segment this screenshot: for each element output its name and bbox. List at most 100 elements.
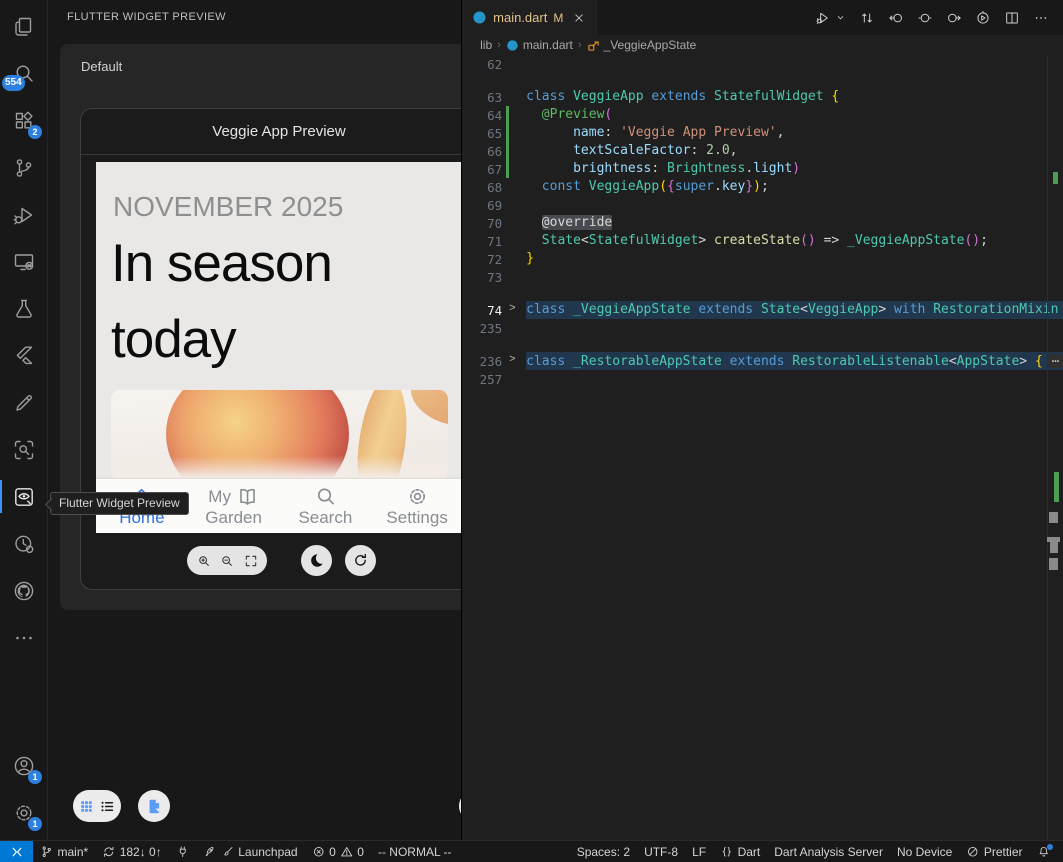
status-item-ports[interactable] — [169, 841, 197, 862]
theme-toggle-button[interactable] — [301, 545, 332, 576]
widget-preview-card: Veggie App Preview NOVEMBER 2025 In seas… — [80, 108, 478, 590]
breadcrumb-item--veggieappstate[interactable]: _VeggieAppState — [587, 38, 697, 52]
activity-bar-item-search[interactable]: 554 — [0, 50, 47, 97]
activity-bar-item-search-editor[interactable] — [0, 426, 47, 473]
gutter — [502, 178, 526, 196]
app-preview-screen[interactable]: NOVEMBER 2025 In season today HomeMyGard… — [96, 162, 463, 533]
ruler-highlight-mark — [1049, 558, 1058, 570]
open-file-button[interactable] — [138, 790, 170, 822]
moon-icon — [308, 552, 325, 569]
github-icon — [12, 579, 36, 603]
preview-group-default: Default Veggie App Preview NOVEMBER 2025… — [60, 44, 500, 610]
activity-bar-item-flutter[interactable] — [0, 332, 47, 379]
status-label: Spaces: 2 — [577, 845, 630, 859]
status-item-sync[interactable]: 182↓ 0↑ — [95, 841, 169, 862]
gutter — [502, 106, 526, 124]
vscode-window: 5542 11 FLUTTER WIDGET PREVIEW Default V… — [0, 0, 1063, 862]
status-item-device[interactable]: No Device — [890, 841, 959, 862]
status-item-indentation[interactable]: Spaces: 2 — [570, 841, 637, 862]
preview-group-header[interactable]: Default — [60, 44, 500, 75]
code-editor[interactable]: 6263class VeggieApp extends StatefulWidg… — [462, 55, 1063, 840]
split-editor-button[interactable] — [1004, 10, 1020, 26]
fullscreen-button[interactable] — [244, 554, 258, 568]
activity-bar-item-testing[interactable] — [0, 285, 47, 332]
grid-view-button[interactable] — [79, 799, 94, 814]
activity-bar-item-remote-explorer[interactable] — [0, 238, 47, 285]
line-number: 70 — [462, 216, 502, 231]
activity-bar-item-accounts[interactable]: 1 — [0, 742, 47, 789]
status-item-vim-mode[interactable]: -- NORMAL -- — [371, 841, 459, 862]
line-number: 64 — [462, 108, 502, 123]
activity-bar-item-extensions[interactable]: 2 — [0, 97, 47, 144]
git-update-button[interactable] — [859, 10, 875, 26]
status-item-encoding[interactable]: UTF-8 — [637, 841, 685, 862]
status-item-remote[interactable] — [0, 841, 33, 862]
fold-chevron-icon[interactable]: > — [509, 302, 515, 314]
status-label: No Device — [897, 845, 952, 859]
status-item-branch[interactable]: main* — [33, 841, 95, 862]
nav-back-button[interactable] — [888, 10, 904, 26]
status-item-problems[interactable]: 00 — [305, 841, 371, 862]
run-debug-button[interactable] — [815, 10, 831, 26]
zoom-in-button[interactable] — [197, 554, 211, 568]
line-number: 63 — [462, 90, 502, 105]
breadcrumb-item-lib[interactable]: lib — [480, 38, 492, 52]
nav-item-my-garden[interactable]: MyGarden — [188, 479, 280, 533]
line-number: 67 — [462, 162, 502, 177]
code-line: 236>class _RestorableAppState extends Re… — [462, 352, 1063, 370]
activity-bar-item-explorer[interactable] — [0, 3, 47, 50]
badge: 554 — [2, 75, 25, 91]
status-item-notifications[interactable] — [1030, 841, 1058, 862]
tab-main-dart[interactable]: main.dart M — [462, 0, 597, 35]
activity-bar-item-settings[interactable]: 1 — [0, 789, 47, 836]
explorer-icon — [12, 15, 36, 39]
breadcrumb-item-main-dart[interactable]: main.dart — [506, 38, 573, 52]
sync-icon — [102, 845, 116, 859]
activity-bar-item-source-control[interactable] — [0, 144, 47, 191]
activity-bar-item-more[interactable] — [0, 614, 47, 661]
ruler-change-mark — [1054, 472, 1059, 502]
list-view-button[interactable] — [100, 799, 115, 814]
code-text: name: 'Veggie App Preview', — [526, 124, 1063, 142]
code-text: class _VeggieAppState extends State<Vegg… — [526, 301, 1063, 319]
gutter: > — [502, 352, 526, 370]
zoom-out-button[interactable] — [220, 554, 234, 568]
nav-item-settings[interactable]: Settings — [371, 479, 463, 533]
code-line: 235 — [462, 319, 1063, 337]
overview-ruler[interactable] — [1047, 0, 1063, 840]
remote-explorer-icon — [12, 250, 36, 274]
status-item-analysis-server[interactable]: Dart Analysis Server — [767, 841, 890, 862]
notification-dot — [1047, 844, 1053, 850]
refresh-preview-button[interactable] — [345, 545, 376, 576]
widget-preview-icon — [12, 485, 36, 509]
line-number: 66 — [462, 144, 502, 159]
status-item-eol[interactable]: LF — [685, 841, 713, 862]
code-line: 69 — [462, 196, 1063, 214]
nav-forward-button[interactable] — [946, 10, 962, 26]
activity-bar-item-widget-preview[interactable] — [0, 473, 47, 520]
code-text — [526, 55, 1063, 73]
code-line: 66 textScaleFactor: 2.0, — [462, 142, 1063, 160]
activity-bar-item-github[interactable] — [0, 567, 47, 614]
run-dropdown-button[interactable] — [835, 12, 846, 23]
plug-icon — [176, 845, 190, 859]
line-number: 257 — [462, 372, 502, 387]
nav-item-search[interactable]: Search — [280, 479, 372, 533]
remote-icon — [10, 845, 24, 859]
activity-bar-item-edit[interactable] — [0, 379, 47, 426]
run-profile-button[interactable] — [975, 10, 991, 26]
code-line: 67 brightness: Brightness.light) — [462, 160, 1063, 178]
status-item-language[interactable]: Dart — [713, 841, 767, 862]
code-text: @override — [526, 214, 1063, 232]
fold-chevron-icon[interactable]: > — [509, 353, 515, 365]
close-tab-icon[interactable] — [572, 11, 586, 25]
status-item-launchpad[interactable]: Launchpad — [196, 841, 304, 862]
status-label: 0 — [357, 845, 364, 859]
activity-bar-item-run-debug[interactable] — [0, 191, 47, 238]
activity-bar-item-devtools[interactable] — [0, 520, 47, 567]
record-button[interactable] — [917, 10, 933, 26]
line-number: 73 — [462, 270, 502, 285]
produce-photo — [111, 390, 448, 480]
status-item-prettier[interactable]: Prettier — [959, 841, 1029, 862]
git-branch-icon — [40, 845, 54, 859]
